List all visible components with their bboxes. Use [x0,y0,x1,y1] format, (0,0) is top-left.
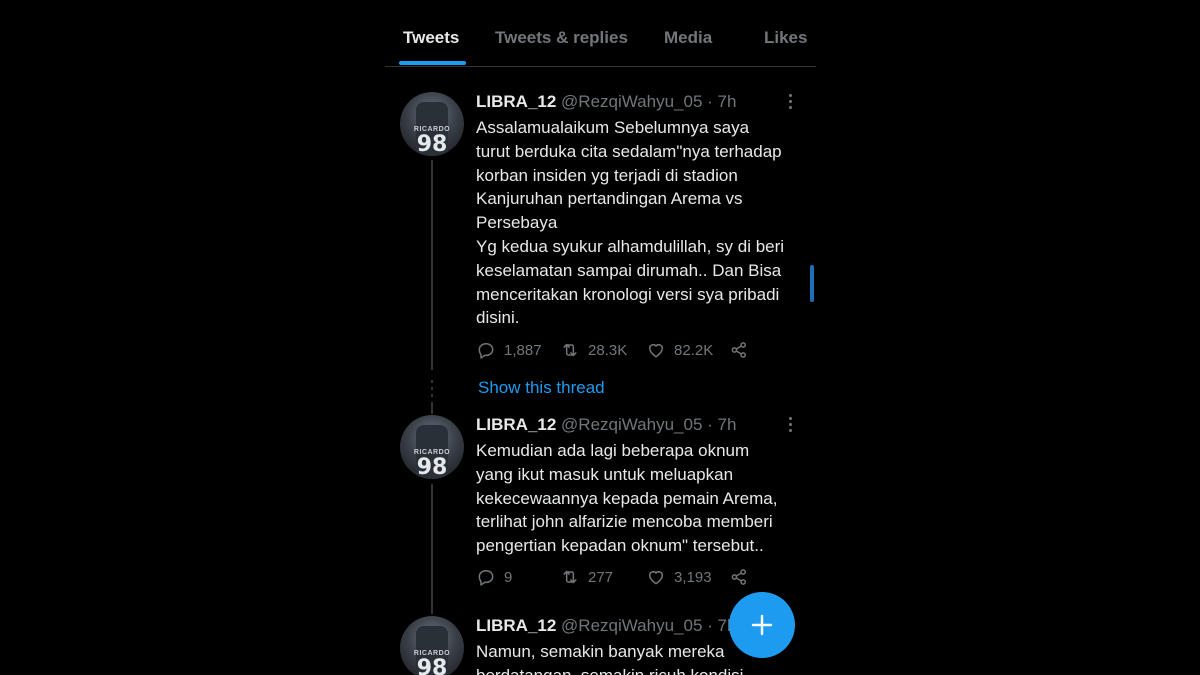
compose-tweet-button[interactable] [729,592,795,658]
tweet-header: LIBRA_12 @RezqiWahyu_05 · 7h [476,616,736,636]
retweet-icon [563,343,577,357]
tweet-text-line: berdatangan, semakin ricuh kondisi [476,664,806,675]
thread-dot [431,394,433,397]
tab-tweets-replies[interactable]: Tweets & replies [495,28,628,48]
reply-count: 9 [504,568,513,586]
tweet-text: Kemudian ada lagi beberapa oknum yang ik… [476,439,806,558]
tweet-text-line: Persebaya [476,213,558,233]
avatar[interactable]: RICARDO 98 [400,415,464,479]
plus-icon [751,614,773,636]
avatar-jersey-number: 98 [416,455,448,479]
thread-dot [431,387,433,390]
avatar[interactable]: RICARDO 98 [400,616,464,675]
tweet-text: Assalamualaikum Sebelumnya saya turut be… [476,116,806,330]
handle-time[interactable]: @RezqiWahyu_05 · 7h [561,616,736,635]
retweet-icon [563,570,577,584]
tab-likes[interactable]: Likes [764,28,807,48]
display-name[interactable]: LIBRA_12 [476,92,556,111]
tweet-text-line: Yg kedua syukur alhamdulillah, sy di ber… [476,236,785,256]
reply-count: 1,887 [504,341,542,359]
tweet-text-line: turut berduka cita sedalam"nya terhadap [476,141,782,161]
active-tab-indicator [399,61,466,65]
handle-time[interactable]: @RezqiWahyu_05 · 7h [561,415,736,434]
handle-time[interactable]: @RezqiWahyu_05 · 7h [561,92,736,111]
share-button[interactable] [729,567,749,587]
tweet-text-line: Kemudian ada lagi beberapa oknum [476,441,750,460]
retweet-button[interactable]: 277 [560,567,613,587]
display-name[interactable]: LIBRA_12 [476,415,556,434]
show-thread-link[interactable]: Show this thread [478,378,605,398]
tab-media[interactable]: Media [664,28,712,48]
tweet-header: LIBRA_12 @RezqiWahyu_05 · 7h [476,415,736,435]
tweet-text-line: menceritakan kronologi versi sya pribadi [476,284,780,304]
reply-button[interactable]: 9 [476,567,512,587]
profile-tabs: Tweets Tweets & replies Media Likes [385,0,816,67]
tweet-text-line: disini. [476,308,520,328]
reply-button[interactable]: 1,887 [476,340,542,360]
like-button[interactable]: 82.2K [646,340,713,360]
tweet-text-line: Assalamualaikum Sebelumnya saya [476,118,750,137]
share-icon [731,569,746,585]
tweet-header: LIBRA_12 @RezqiWahyu_05 · 7h [476,92,736,112]
like-count: 82.2K [674,341,714,359]
tweet-text-line: kekecewaannya kepada pemain Arema, [476,488,778,508]
retweet-button[interactable]: 28.3K [560,340,627,360]
like-button[interactable]: 3,193 [646,567,712,587]
like-count: 3,193 [674,568,712,586]
display-name[interactable]: LIBRA_12 [476,616,556,635]
tweet-text-line: korban insiden yg terjadi di stadion [476,165,738,185]
share-button[interactable] [729,340,749,360]
avatar-jersey-number: 98 [416,656,448,675]
tweet-text-line: yang ikut masuk untuk meluapkan [476,464,734,484]
heart-icon [649,571,663,585]
heart-icon [649,344,663,358]
more-icon[interactable] [785,92,795,112]
avatar[interactable]: RICARDO 98 [400,92,464,156]
avatar-jersey-number: 98 [416,132,448,156]
tab-tweets[interactable]: Tweets [403,28,459,48]
profile-timeline: Tweets Tweets & replies Media Likes RICA… [385,0,816,675]
retweet-count: 277 [588,568,614,586]
thread-dot [431,380,433,383]
reply-icon [478,343,494,359]
share-icon [731,342,746,358]
thread-connector-line [431,484,433,614]
thread-connector-line [431,402,433,414]
tweet-text-line: keselamatan sampai dirumah.. Dan Bisa [476,260,782,280]
tweet-text-line: pengertian kepadan oknum" tersebut.. [476,536,764,556]
retweet-count: 28.3K [588,341,628,359]
tweet-text-line: Kanjuruhan pertandingan Arema vs [476,189,743,209]
reply-icon [478,570,494,586]
thread-connector-line [431,160,433,370]
tweet-text-line: terlihat john alfarizie mencoba memberi [476,512,773,532]
scrollbar-thumb[interactable] [810,265,814,302]
more-icon[interactable] [785,415,795,435]
